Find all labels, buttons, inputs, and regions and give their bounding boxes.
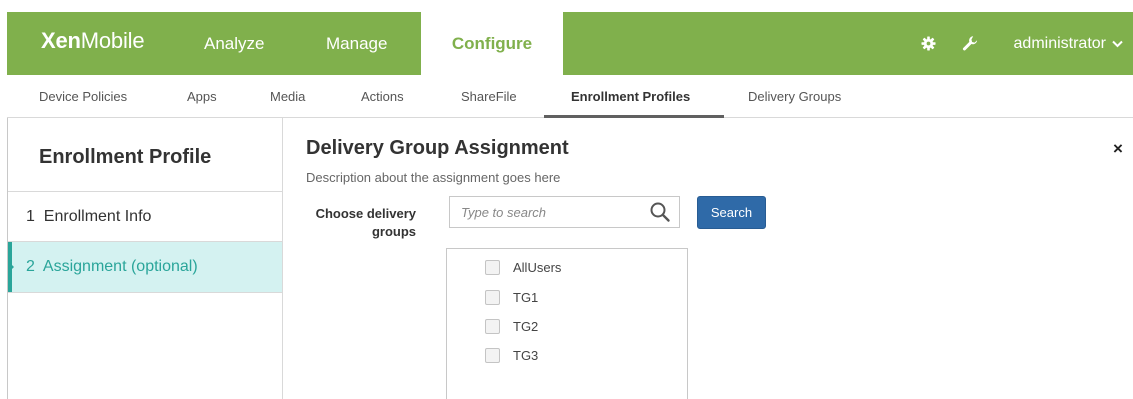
list-item: AllUsers	[485, 257, 561, 277]
subnav-apps[interactable]: Apps	[187, 75, 217, 118]
list-item: TG3	[485, 345, 538, 365]
user-name: administrator	[1013, 35, 1106, 52]
subnav-delivery-groups[interactable]: Delivery Groups	[748, 75, 841, 118]
delivery-group-list: AllUsers TG1 TG2 TG3	[446, 248, 688, 399]
logo-light-text: Mobile	[80, 28, 145, 53]
group-label: AllUsers	[513, 259, 562, 275]
subnav-device-policies[interactable]: Device Policies	[39, 75, 127, 118]
sub-navigation: Device Policies Apps Media Actions Share…	[7, 75, 1133, 118]
label-line-2: groups	[371, 224, 416, 239]
group-label: TG1	[513, 289, 539, 305]
step-label: Assignment (optional)	[42, 258, 198, 275]
subnav-sharefile[interactable]: ShareFile	[461, 75, 517, 118]
list-item: TG1	[485, 287, 538, 307]
subnav-enrollment-profiles[interactable]: Enrollment Profiles	[571, 75, 690, 118]
active-subnav-indicator	[544, 115, 724, 118]
sidebar-title: Enrollment Profile	[39, 146, 212, 168]
step-number: 2	[26, 258, 35, 275]
tab-manage[interactable]: Manage	[326, 12, 387, 75]
app-logo[interactable]: XenMobile	[41, 28, 145, 54]
top-navigation-bar: XenMobile Analyze Manage Configure admin…	[7, 12, 1133, 75]
gear-icon[interactable]	[921, 36, 936, 51]
page-description: Description about the assignment goes he…	[306, 170, 561, 185]
subnav-media[interactable]: Media	[270, 75, 305, 118]
wizard-sidebar: Enrollment Profile 1 Enrollment Info 2 A…	[8, 118, 283, 399]
subnav-actions[interactable]: Actions	[361, 75, 404, 118]
group-checkbox[interactable]	[485, 347, 500, 363]
label-line-1: Choose delivery	[315, 206, 416, 221]
group-label: TG3	[513, 347, 539, 363]
divider	[8, 292, 282, 293]
close-icon[interactable]: ×	[1113, 139, 1123, 159]
tab-configure[interactable]: Configure	[421, 12, 563, 75]
tab-analyze[interactable]: Analyze	[204, 12, 264, 75]
group-checkbox[interactable]	[485, 318, 500, 334]
step-number: 1	[26, 208, 35, 225]
choose-delivery-groups-label: Choose delivery groups	[300, 205, 416, 241]
group-checkbox[interactable]	[485, 289, 500, 305]
chevron-down-icon	[1112, 12, 1123, 75]
user-menu[interactable]: administrator	[1014, 12, 1123, 75]
step-enrollment-info[interactable]: 1 Enrollment Info	[8, 192, 282, 242]
search-box	[449, 196, 680, 228]
list-item: TG2	[485, 316, 538, 336]
search-icon[interactable]	[649, 201, 671, 223]
active-step-marker-icon	[8, 261, 14, 273]
wrench-icon[interactable]	[962, 35, 979, 52]
page-title: Delivery Group Assignment	[306, 137, 569, 159]
logo-bold-text: Xen	[41, 28, 81, 53]
step-label: Enrollment Info	[43, 208, 152, 225]
page: XenMobile Analyze Manage Configure admin…	[0, 0, 1133, 399]
search-input[interactable]	[450, 197, 645, 227]
group-label: TG2	[513, 318, 539, 334]
step-assignment[interactable]: 2 Assignment (optional)	[8, 242, 282, 292]
group-checkbox[interactable]	[485, 259, 500, 275]
search-button[interactable]: Search	[697, 196, 766, 229]
